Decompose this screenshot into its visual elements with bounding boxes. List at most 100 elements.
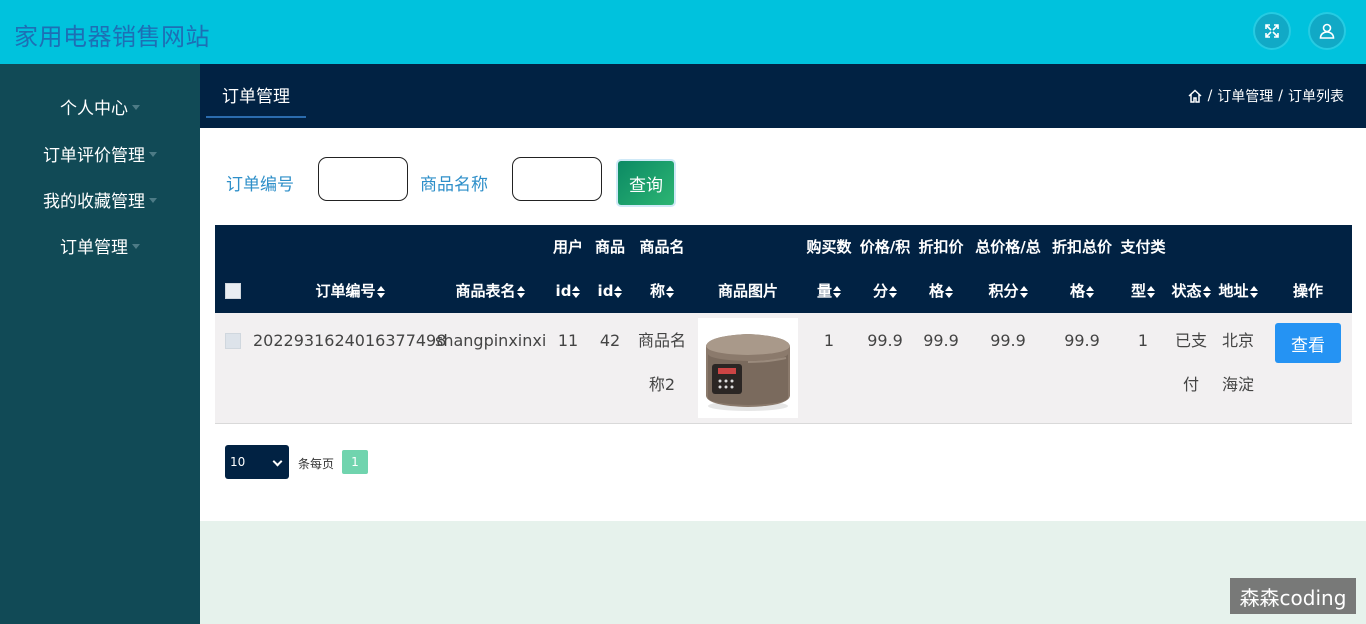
col-header-pay-type[interactable]: 型 (1118, 269, 1168, 313)
fullscreen-icon (1265, 24, 1279, 38)
sidebar-item-label: 订单管理 (60, 237, 128, 258)
breadcrumb-item: 订单列表 (1288, 89, 1344, 105)
col-header-pay-type-line1: 支付类 (1120, 238, 1166, 256)
col-header-label: 格 (1069, 282, 1085, 300)
main-panel: 订单编号 商品名称 查询 订单编号 商品表名 用户 id 商品 id 商品名 称… (200, 128, 1366, 521)
sort-icon (516, 285, 525, 298)
sort-icon (1249, 285, 1258, 298)
row-checkbox[interactable] (225, 333, 241, 349)
breadcrumb: / 订单管理 / 订单列表 (1187, 86, 1344, 106)
cell-order-no: 2022931624016377498 (253, 331, 447, 350)
sort-icon (833, 285, 841, 298)
col-header-label: 商品表名 (455, 282, 516, 300)
caret-down-icon (132, 104, 140, 110)
col-header-label: 地址 (1218, 282, 1249, 300)
col-header-label: 分 (872, 282, 888, 300)
home-icon[interactable] (1187, 88, 1203, 104)
user-icon (1319, 23, 1335, 39)
col-header-label: id (555, 282, 572, 300)
col-header-label: 订单编号 (315, 282, 376, 300)
col-header-label: 积分 (988, 282, 1019, 300)
cell-discount-price: 99.9 (923, 331, 959, 350)
per-page-label: 条每页 (298, 457, 335, 471)
col-header-label: 状态 (1171, 282, 1202, 300)
select-all-checkbox[interactable] (225, 283, 241, 299)
col-header-total-price[interactable]: 积分 (970, 269, 1046, 313)
table-header: 订单编号 商品表名 用户 id 商品 id 商品名 称 商品图片 购买数 量 价… (215, 225, 1352, 313)
sort-icon (1086, 285, 1094, 298)
col-header-product-name-line1: 商品名 (639, 238, 685, 256)
cell-quantity: 1 (823, 331, 835, 350)
cell-total-price: 99.9 (990, 331, 1026, 350)
site-title: 家用电器销售网站 (14, 23, 210, 51)
col-header-label: 量 (816, 282, 832, 300)
view-button[interactable]: 查看 (1275, 323, 1341, 363)
fullscreen-button[interactable] (1255, 14, 1289, 48)
sort-icon (614, 285, 623, 298)
breadcrumb-separator: / (1207, 88, 1213, 104)
order-no-input[interactable] (318, 157, 408, 201)
col-header-action: 操作 (1292, 282, 1323, 300)
query-button[interactable]: 查询 (618, 161, 674, 205)
col-header-quantity-line1: 购买数 (806, 238, 852, 256)
watermark: 森森coding (1230, 578, 1356, 614)
sort-icon (376, 285, 385, 298)
breadcrumb-separator: / (1278, 88, 1283, 104)
cell-discount-total: 99.9 (1064, 331, 1100, 350)
col-header-address[interactable]: 地址 (1215, 269, 1261, 313)
sort-icon (572, 285, 581, 298)
cell-product-name-line1: 商品名 (637, 331, 686, 350)
sort-icon (1019, 285, 1028, 298)
cell-pay-type: 1 (1137, 331, 1149, 350)
caret-down-icon (149, 151, 157, 157)
user-button[interactable] (1310, 14, 1344, 48)
sort-icon (1147, 285, 1155, 298)
sidebar-item-favorites[interactable]: 我的收藏管理 (0, 184, 200, 214)
sidebar-item-order-review[interactable]: 订单评价管理 (0, 138, 200, 168)
sidebar-item-orders[interactable]: 订单管理 (0, 230, 200, 260)
cell-product-table: shangpinxinxi (435, 331, 547, 350)
cell-user-id: 11 (557, 331, 579, 350)
cell-status-line2: 付 (1182, 375, 1199, 394)
caret-down-icon (149, 197, 157, 203)
product-name-label: 商品名称 (420, 175, 488, 195)
col-header-product-id[interactable]: id (590, 269, 630, 313)
sort-icon (889, 285, 897, 298)
sidebar: 个人中心 订单评价管理 我的收藏管理 订单管理 (0, 64, 200, 624)
sidebar-item-personal-center[interactable]: 个人中心 (0, 91, 200, 121)
col-header-discount-price[interactable]: 格 (915, 269, 967, 313)
page-number-button[interactable]: 1 (342, 450, 368, 474)
col-header-discount-total[interactable]: 格 (1047, 269, 1117, 313)
col-header-status[interactable]: 状态 (1168, 269, 1214, 313)
col-header-price-line1: 价格/积 (859, 238, 911, 256)
page-size-value: 10 (230, 455, 246, 469)
cell-product-name-line2: 称2 (648, 375, 676, 394)
col-header-label: 型 (1130, 282, 1146, 300)
rice-cooker-image (698, 318, 798, 418)
cell-address-line2: 海淀 (1221, 375, 1254, 394)
col-header-product-table[interactable]: 商品表名 (435, 269, 545, 313)
col-header-label: 格 (928, 282, 944, 300)
col-header-discount-total-line1: 折扣总价 (1051, 238, 1112, 256)
cell-product-id: 42 (599, 331, 621, 350)
sidebar-item-label: 个人中心 (60, 98, 128, 119)
breadcrumb-item[interactable]: 订单管理 (1217, 86, 1273, 106)
col-header-product-image: 商品图片 (717, 282, 778, 300)
order-no-label: 订单编号 (226, 175, 294, 195)
content-header: 订单管理 / 订单管理 / 订单列表 (200, 64, 1366, 128)
page-size-select[interactable]: 10 (225, 445, 289, 479)
col-header-total-price-line1: 总价格/总 (975, 238, 1041, 256)
col-header-order-no[interactable]: 订单编号 (255, 269, 445, 313)
cell-address-line1: 北京 (1221, 331, 1254, 350)
col-header-user-id[interactable]: id (548, 269, 588, 313)
table-row: 2022931624016377498 shangpinxinxi 11 42 … (215, 313, 1352, 424)
sidebar-item-label: 订单评价管理 (43, 145, 145, 166)
tab-order-management[interactable]: 订单管理 (206, 82, 306, 118)
sidebar-item-label: 我的收藏管理 (43, 191, 145, 212)
col-header-product-name[interactable]: 称 (632, 269, 692, 313)
col-header-user-id-line1: 用户 (552, 238, 583, 256)
product-name-input[interactable] (512, 157, 602, 201)
col-header-quantity[interactable]: 量 (803, 269, 855, 313)
col-header-product-id-line1: 商品 (594, 238, 625, 256)
col-header-price[interactable]: 分 (856, 269, 914, 313)
